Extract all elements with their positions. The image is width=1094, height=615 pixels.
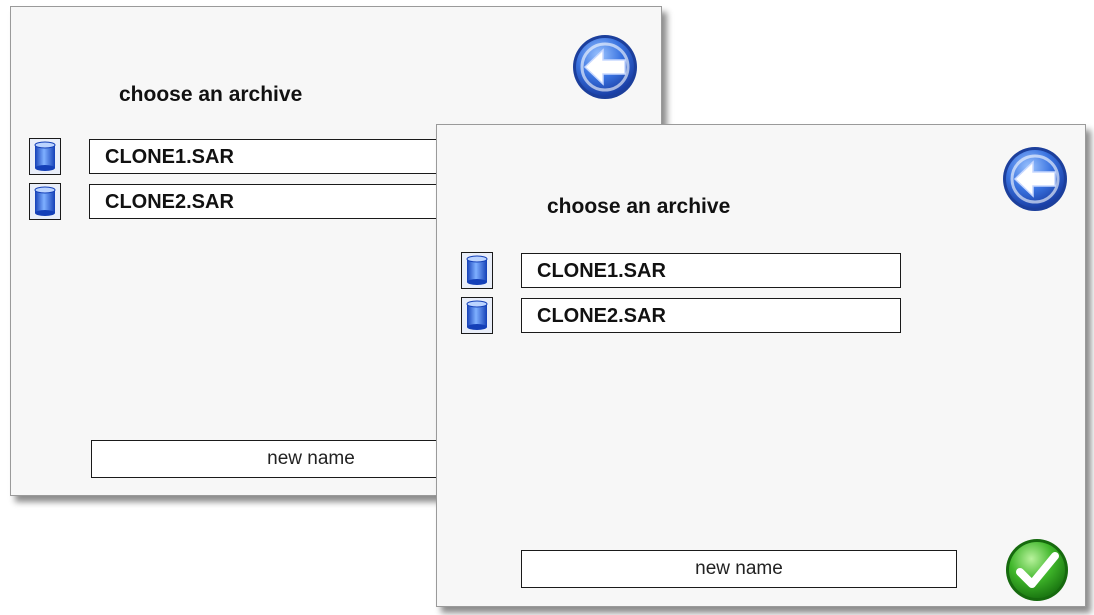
dialog-title: choose an archive bbox=[119, 83, 303, 106]
archive-dialog-front: choose an archive CLONE1.SAR CLONE2.SAR … bbox=[436, 124, 1086, 607]
screenshot-stage: choose an archive CLONE1.SAR CLONE2.SAR … bbox=[0, 0, 1094, 615]
database-icon[interactable] bbox=[461, 252, 493, 289]
confirm-button[interactable] bbox=[1004, 537, 1070, 603]
new-name-button[interactable]: new name bbox=[521, 550, 957, 588]
back-button[interactable] bbox=[571, 33, 639, 101]
archive-name-field[interactable]: CLONE1.SAR bbox=[521, 253, 901, 288]
back-arrow-icon bbox=[573, 35, 637, 99]
back-button[interactable] bbox=[1001, 145, 1069, 213]
database-icon[interactable] bbox=[29, 183, 61, 220]
archive-name-field[interactable]: CLONE1.SAR bbox=[89, 139, 489, 174]
database-icon[interactable] bbox=[461, 297, 493, 334]
database-icon[interactable] bbox=[29, 138, 61, 175]
back-arrow-icon bbox=[1003, 147, 1067, 211]
dialog-title: choose an archive bbox=[547, 195, 731, 218]
checkmark-icon bbox=[1006, 539, 1068, 601]
archive-name-field[interactable]: CLONE2.SAR bbox=[89, 184, 489, 219]
archive-name-field[interactable]: CLONE2.SAR bbox=[521, 298, 901, 333]
